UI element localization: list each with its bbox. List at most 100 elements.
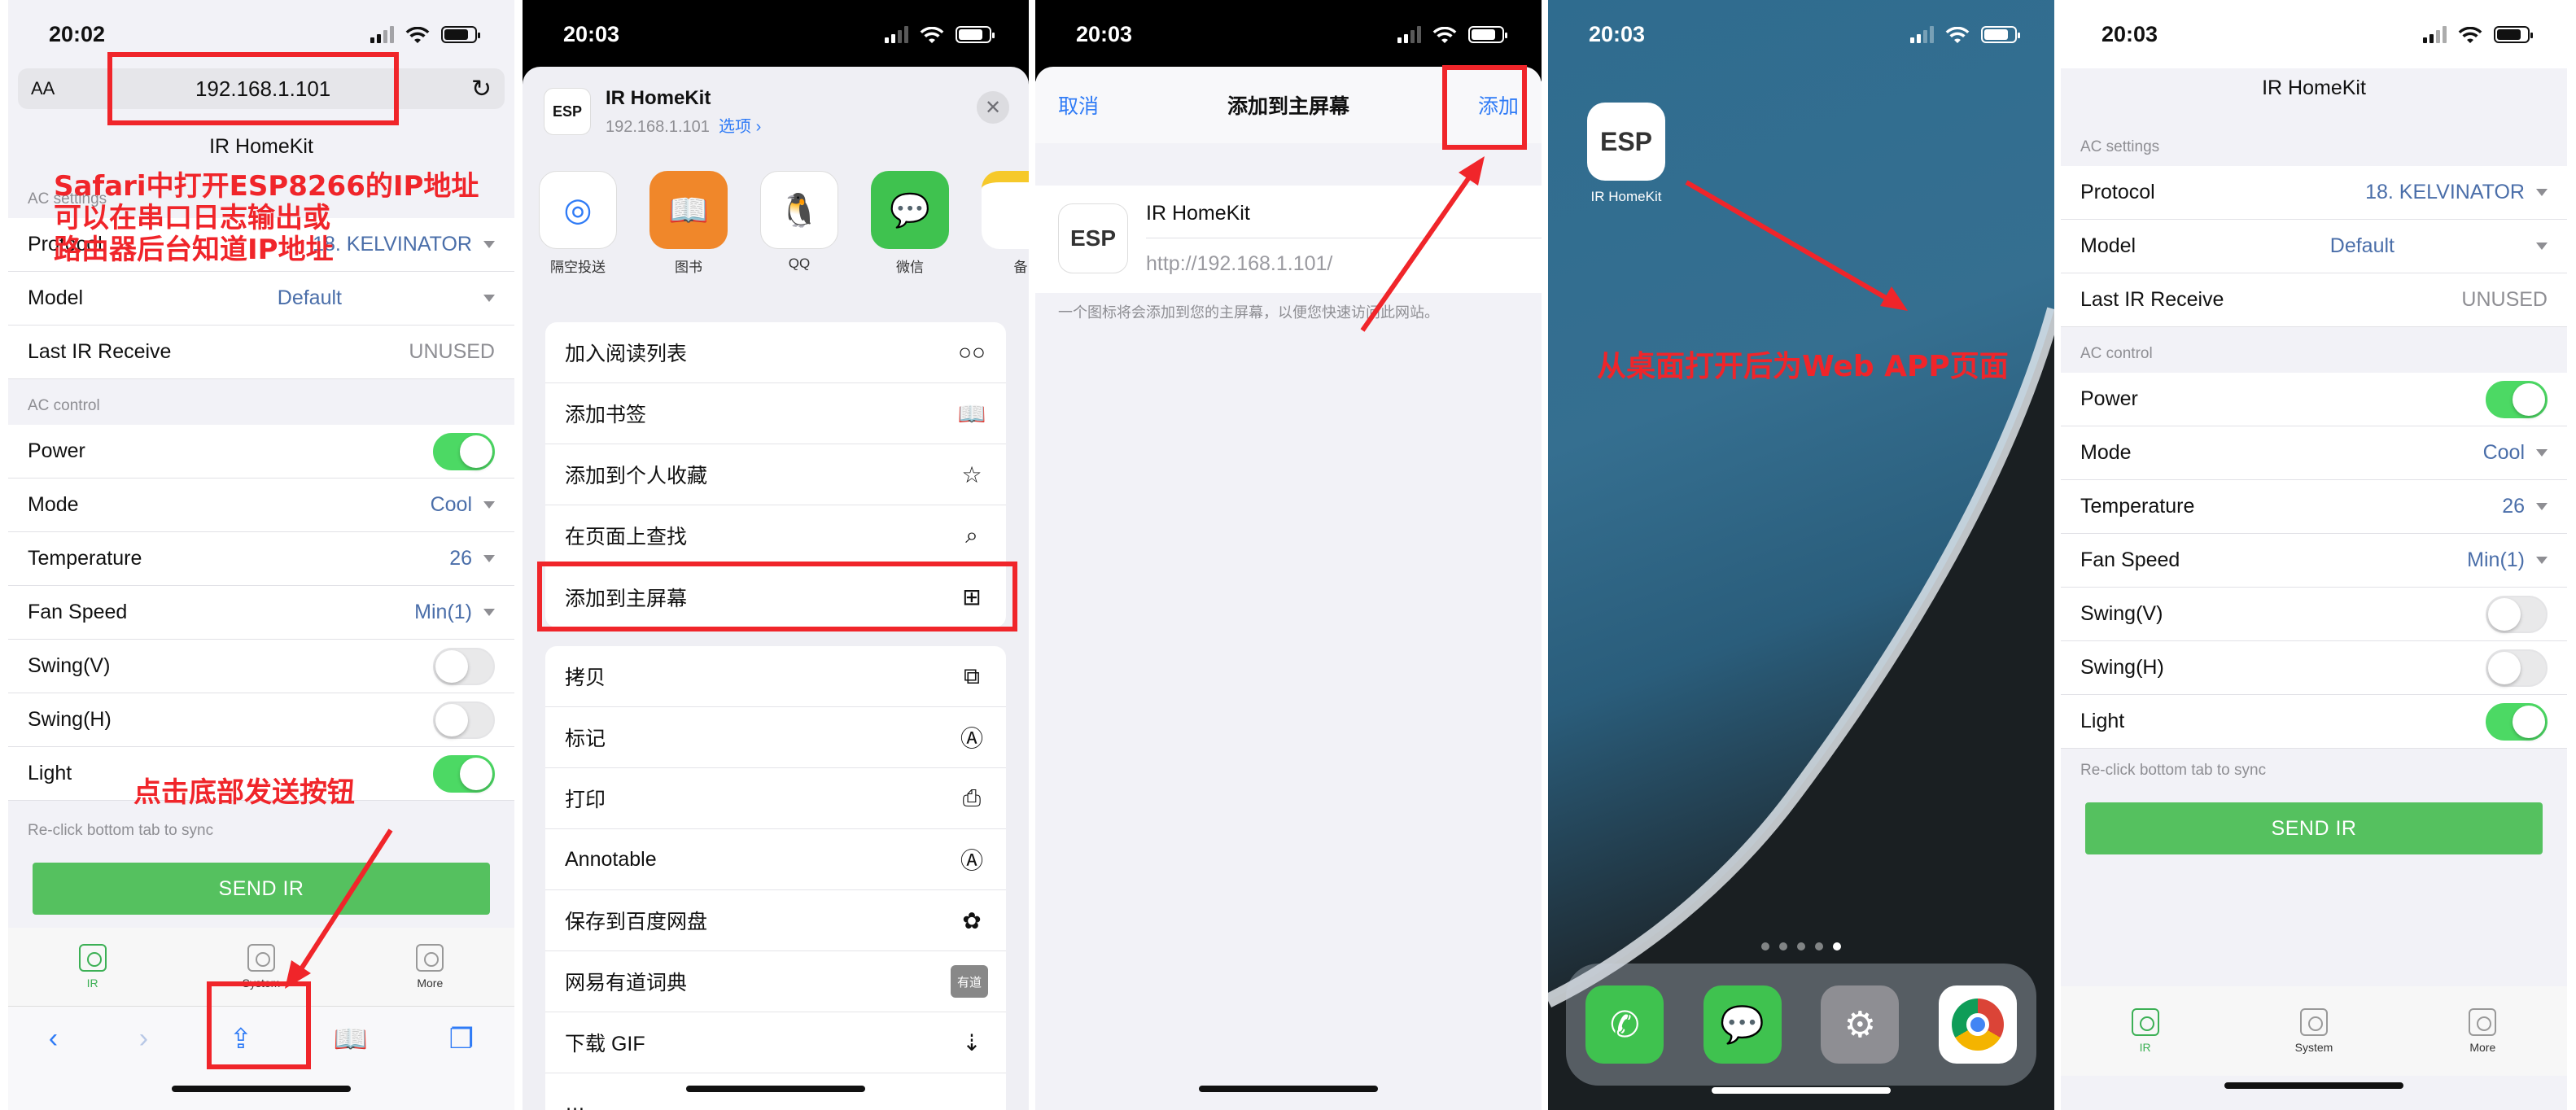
tab-more[interactable]: More bbox=[2434, 1008, 2531, 1054]
power-toggle[interactable] bbox=[2486, 380, 2548, 418]
status-time: 20:02 bbox=[49, 21, 106, 46]
fan-speed-value[interactable]: Min(1) bbox=[2467, 548, 2525, 572]
close-icon[interactable]: ✕ bbox=[977, 91, 1009, 124]
status-time: 20:03 bbox=[1076, 21, 1133, 46]
menu-markup[interactable]: 标记 Ⓐ bbox=[545, 707, 1006, 768]
row-mode[interactable]: Mode Cool bbox=[8, 479, 514, 532]
youdao-icon: 有道 bbox=[951, 965, 988, 998]
tabs-icon[interactable]: ❐ bbox=[449, 1023, 474, 1110]
menu-copy[interactable]: 拷贝 ⧉ bbox=[545, 646, 1006, 707]
mode-value[interactable]: Cool bbox=[2483, 441, 2525, 465]
last-ir-label: Last IR Receive bbox=[2080, 288, 2224, 311]
share-app-notes[interactable]: 备 bbox=[982, 171, 1029, 276]
battery-icon bbox=[956, 25, 995, 43]
menu-youdao[interactable]: 网易有道词典 有道 bbox=[545, 951, 1006, 1012]
home-indicator bbox=[1199, 1086, 1378, 1092]
menu-add-favorites[interactable]: 添加到个人收藏 ☆ bbox=[545, 444, 1006, 505]
row-temperature[interactable]: Temperature 26 bbox=[8, 532, 514, 586]
mode-value[interactable]: Cool bbox=[431, 493, 472, 517]
power-toggle[interactable] bbox=[433, 432, 495, 470]
row-light[interactable]: Light bbox=[2061, 695, 2567, 749]
row-fan-speed[interactable]: Fan Speed Min(1) bbox=[8, 586, 514, 640]
options-link[interactable]: 选项 › bbox=[719, 118, 761, 136]
row-model[interactable]: Model Default bbox=[2061, 220, 2567, 273]
row-power[interactable]: Power bbox=[2061, 373, 2567, 426]
share-app-books[interactable]: 📖 图书 bbox=[649, 171, 728, 276]
reader-aa-button[interactable]: AA bbox=[31, 78, 55, 99]
bookmarks-icon[interactable]: 📖 bbox=[334, 1023, 368, 1110]
chevron-down-icon bbox=[2536, 557, 2548, 564]
back-icon[interactable]: ‹ bbox=[49, 1023, 58, 1110]
share-app-wechat[interactable]: 💬 微信 bbox=[871, 171, 949, 276]
model-value[interactable]: Default bbox=[2330, 234, 2394, 258]
menu-add-reading-list[interactable]: 加入阅读列表 ○○ bbox=[545, 322, 1006, 383]
row-swing-h[interactable]: Swing(H) bbox=[8, 693, 514, 747]
status-time: 20:03 bbox=[1589, 21, 1646, 46]
row-fan-speed[interactable]: Fan Speed Min(1) bbox=[2061, 534, 2567, 588]
settings-icon[interactable]: ⚙ bbox=[1821, 985, 1900, 1064]
chevron-down-icon bbox=[483, 609, 495, 616]
swing-h-label: Swing(H) bbox=[2080, 656, 2164, 679]
star-icon: ☆ bbox=[961, 461, 982, 487]
signal-icon bbox=[2423, 25, 2447, 43]
book-icon: 📖 bbox=[957, 400, 986, 426]
chrome-icon[interactable] bbox=[1938, 985, 2017, 1064]
menu-add-bookmark[interactable]: 添加书签 📖 bbox=[545, 383, 1006, 444]
signal-icon bbox=[1397, 25, 1421, 43]
model-label: Model bbox=[2080, 234, 2136, 257]
row-model[interactable]: Model Default bbox=[8, 272, 514, 326]
app-title: IR HomeKit bbox=[2262, 76, 2366, 99]
forward-icon[interactable]: › bbox=[139, 1023, 148, 1110]
share-title: IR HomeKit bbox=[606, 86, 711, 109]
signal-icon bbox=[1910, 25, 1934, 43]
phone-icon[interactable]: ✆ bbox=[1585, 985, 1664, 1064]
send-ir-button[interactable]: SEND IR bbox=[2085, 802, 2543, 854]
chevron-down-icon bbox=[2536, 243, 2548, 250]
tab-system[interactable]: System bbox=[2265, 1008, 2363, 1054]
swing-v-label: Swing(V) bbox=[28, 654, 111, 677]
menu-find-on-page[interactable]: 在页面上查找 ⌕ bbox=[545, 505, 1006, 566]
menu-annotable[interactable]: Annotable Ⓐ bbox=[545, 829, 1006, 890]
menu-baidu-pan[interactable]: 保存到百度网盘 ✿ bbox=[545, 890, 1006, 951]
swing-h-toggle[interactable] bbox=[2486, 649, 2548, 687]
row-swing-h[interactable]: Swing(H) bbox=[2061, 641, 2567, 695]
annotation-open-ip: Safari中打开ESP8266的IP地址 可以在串口日志输出或 路由器后台知道… bbox=[54, 170, 479, 267]
fan-speed-value[interactable]: Min(1) bbox=[414, 601, 472, 624]
more-icon bbox=[416, 944, 444, 972]
row-protocol[interactable]: Protocol 18. KELVINATOR bbox=[2061, 166, 2567, 220]
light-toggle[interactable] bbox=[433, 754, 495, 793]
esp-app-icon[interactable]: ESP bbox=[1587, 103, 1665, 181]
menu-download-gif[interactable]: 下载 GIF ⇣ bbox=[545, 1012, 1006, 1073]
temperature-value[interactable]: 26 bbox=[449, 547, 472, 570]
row-swing-v[interactable]: Swing(V) bbox=[2061, 588, 2567, 641]
panel-safari-webapp: 20:02 AA 192.168.1.101 ↻ IR HomeKit AC s… bbox=[8, 0, 514, 1110]
row-temperature[interactable]: Temperature 26 bbox=[2061, 480, 2567, 534]
messages-icon[interactable]: 💬 bbox=[1703, 985, 1782, 1064]
notes-icon bbox=[982, 171, 1029, 249]
light-toggle[interactable] bbox=[2486, 702, 2548, 741]
row-mode[interactable]: Mode Cool bbox=[2061, 426, 2567, 480]
swing-v-toggle[interactable] bbox=[433, 647, 495, 685]
temperature-value[interactable]: 26 bbox=[2502, 495, 2525, 518]
swing-v-toggle[interactable] bbox=[2486, 595, 2548, 633]
home-indicator bbox=[686, 1086, 865, 1092]
send-ir-button[interactable]: SEND IR bbox=[33, 863, 490, 915]
protocol-value[interactable]: 18. KELVINATOR bbox=[2365, 181, 2525, 204]
chevron-down-icon bbox=[2536, 449, 2548, 457]
tab-ir[interactable]: IR bbox=[2097, 1008, 2194, 1054]
menu-print[interactable]: 打印 ⎙ bbox=[545, 768, 1006, 829]
chevron-down-icon bbox=[483, 241, 495, 248]
cancel-button[interactable]: 取消 bbox=[1058, 90, 1099, 120]
highlight-add-home-screen bbox=[537, 562, 1017, 631]
shortcut-name-field[interactable]: IR HomeKit bbox=[1146, 202, 1250, 225]
esp-icon: ESP bbox=[1058, 203, 1128, 273]
swing-h-toggle[interactable] bbox=[433, 701, 495, 739]
model-value[interactable]: Default bbox=[278, 286, 342, 310]
tab-ir[interactable]: IR bbox=[44, 944, 142, 990]
row-swing-v[interactable]: Swing(V) bbox=[8, 640, 514, 693]
reload-icon[interactable]: ↻ bbox=[471, 75, 492, 103]
share-app-airdrop[interactable]: ◎ 隔空投送 bbox=[539, 171, 617, 276]
row-power[interactable]: Power bbox=[8, 425, 514, 479]
share-app-qq[interactable]: 🐧 QQ bbox=[760, 171, 838, 276]
shortcut-url: http://192.168.1.101/ bbox=[1146, 252, 1333, 275]
